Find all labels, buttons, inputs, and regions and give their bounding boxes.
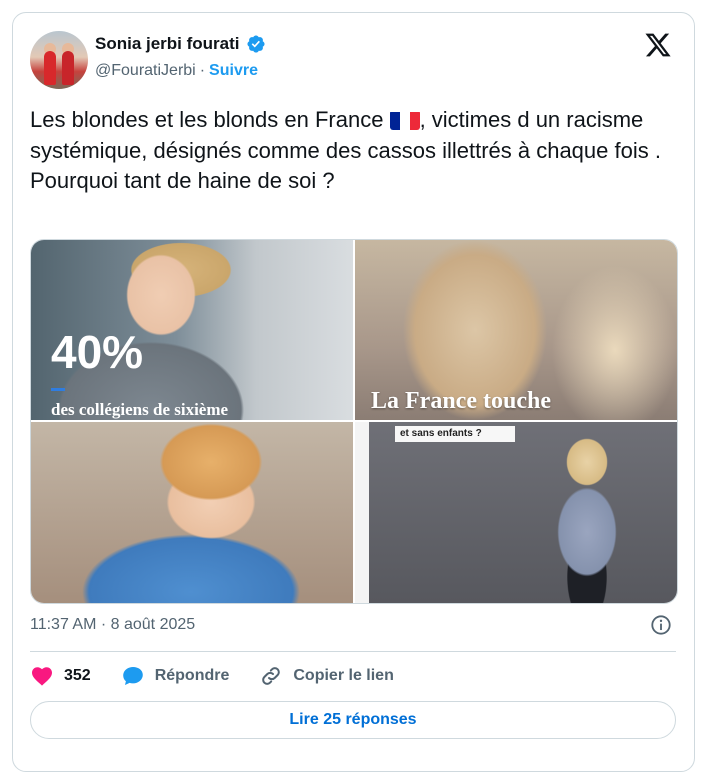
media-overlay-caption: et sans enfants ? — [395, 426, 515, 442]
copy-link-label: Copier le lien — [293, 667, 394, 684]
author-handle[interactable]: @FouratiJerbi — [95, 62, 196, 80]
tweet-text: Les blondes et les blonds en France , vi… — [30, 107, 661, 193]
like-button[interactable]: 352 — [30, 664, 91, 688]
author-name-row: Sonia jerbi fourati — [95, 34, 266, 54]
media-overlay-caption: des collégiens de sixième — [51, 400, 229, 419]
media-photo-1[interactable]: 40% des collégiens de sixième — [31, 240, 353, 420]
author-avatar[interactable] — [30, 31, 88, 89]
tweet-timestamp[interactable]: 11:37 AM · 8 août 2025 — [30, 616, 195, 634]
reply-button[interactable]: Répondre — [121, 664, 230, 688]
media-photo-2[interactable]: La France touche — [355, 240, 677, 420]
heart-icon — [32, 667, 52, 686]
like-count: 352 — [64, 667, 91, 684]
read-replies-button[interactable]: Lire 25 réponses — [30, 701, 676, 739]
media-overlay-percentage: 40% — [51, 326, 144, 378]
media-overlay-caption: La France touche — [371, 388, 551, 414]
french-flag-icon — [389, 110, 420, 130]
link-icon — [262, 667, 281, 685]
verified-badge-icon — [246, 35, 265, 53]
follow-button[interactable]: Suivre — [209, 62, 258, 80]
media-photo-4[interactable]: et sans enfants ? — [355, 422, 677, 603]
reply-label: Répondre — [154, 667, 230, 684]
author-handle-row: @FouratiJerbi · Suivre — [95, 62, 258, 80]
tweet-card: Sonia jerbi fourati @FouratiJerbi · Suiv… — [12, 12, 695, 772]
media-grid: 40% des collégiens de sixième La France … — [30, 239, 678, 604]
x-logo-icon[interactable] — [644, 31, 672, 59]
action-bar: 352 Répondre Copier le lien — [30, 663, 424, 689]
author-name[interactable]: Sonia jerbi fourati — [95, 34, 240, 54]
reply-bubble-icon — [122, 667, 143, 685]
media-photo-3[interactable] — [31, 422, 353, 603]
divider — [30, 651, 676, 652]
copy-link-button[interactable]: Copier le lien — [259, 664, 394, 688]
separator-dot: · — [199, 62, 206, 79]
info-icon[interactable] — [650, 614, 672, 636]
